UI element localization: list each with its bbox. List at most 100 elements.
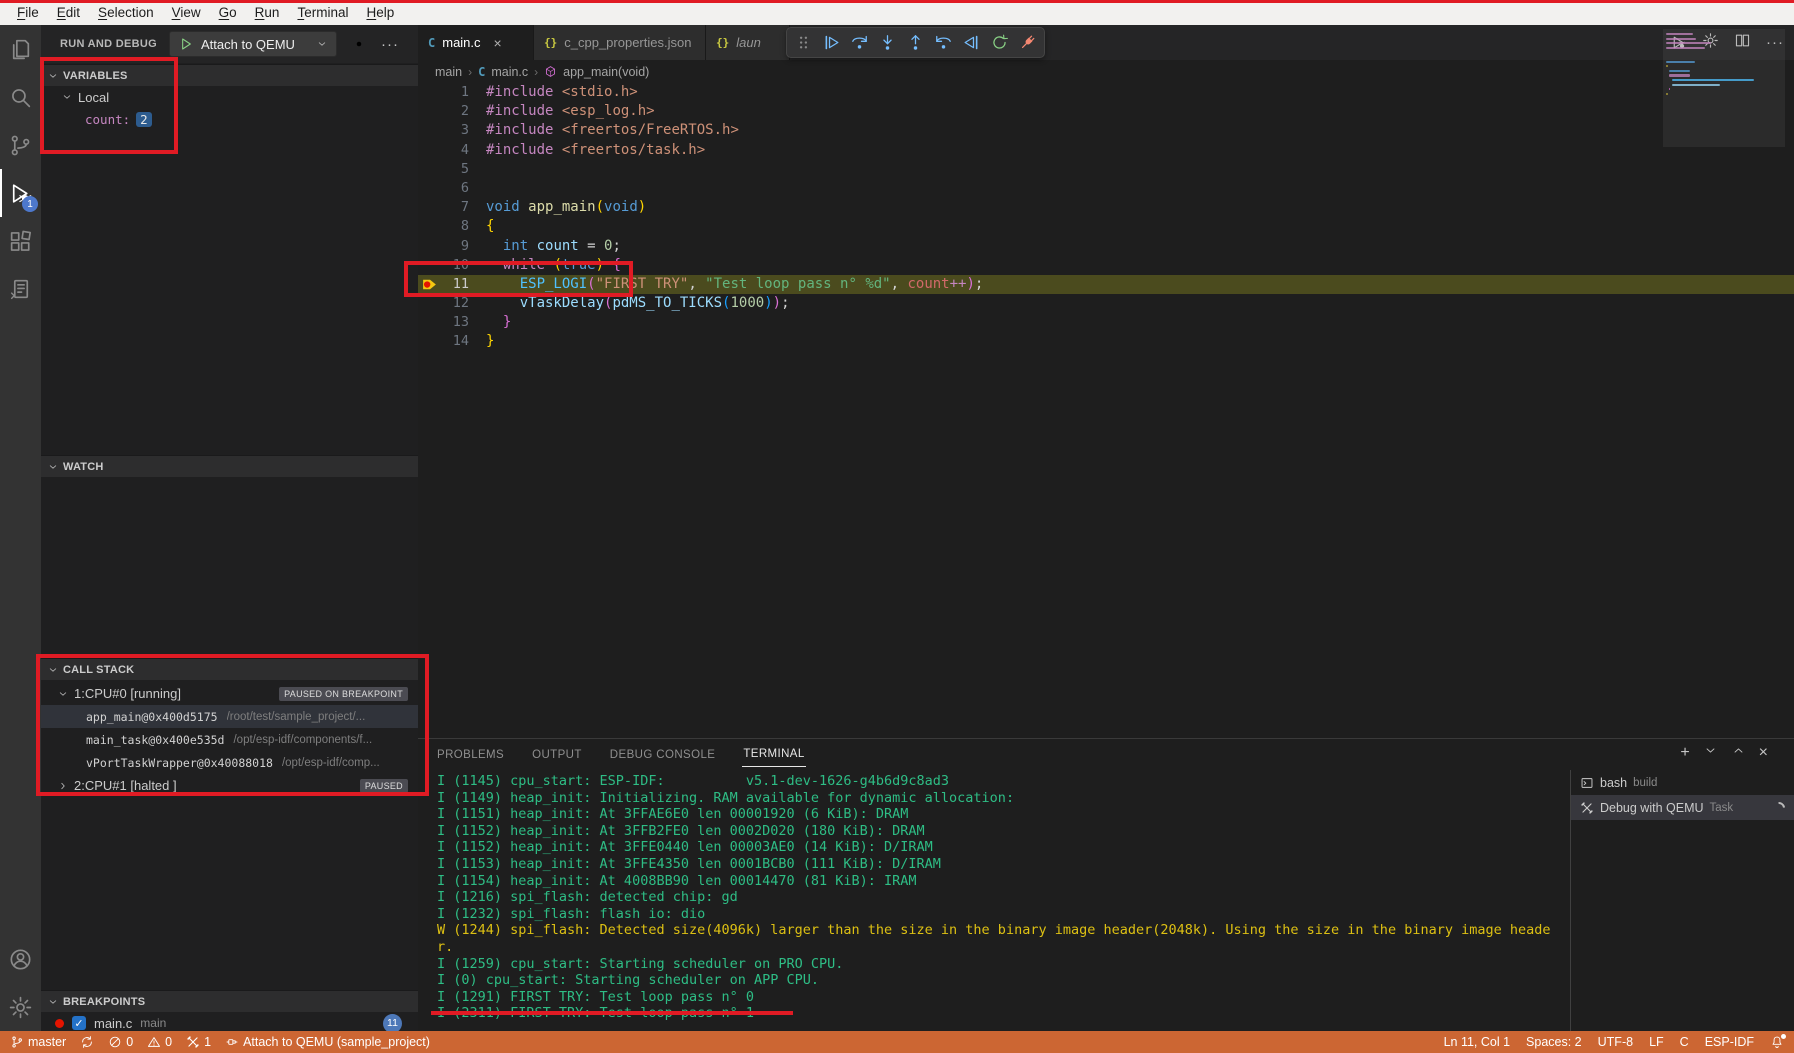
terminal-dropdown-chevron-icon[interactable] — [1703, 743, 1718, 763]
gutter[interactable]: 8 — [418, 217, 486, 236]
code-line-3[interactable]: 3#include <freertos/FreeRTOS.h> — [418, 121, 1794, 140]
variables-scope-local[interactable]: Local — [41, 86, 418, 108]
code-line-2[interactable]: 2#include <esp_log.h> — [418, 102, 1794, 121]
gutter[interactable]: 10 — [418, 256, 486, 275]
variable-count-row[interactable]: count: 2 — [41, 108, 418, 130]
continue-button[interactable] — [819, 30, 844, 55]
breakpoint-checkbox[interactable]: ✓ — [72, 1016, 86, 1030]
debug-settings-gear-icon[interactable] — [351, 36, 367, 52]
code-line-9[interactable]: 9 int count = 0; — [418, 237, 1794, 256]
menu-view[interactable]: View — [163, 5, 210, 20]
status-item[interactable]: master — [10, 1035, 66, 1049]
code-line-8[interactable]: 8{ — [418, 217, 1794, 236]
gutter[interactable]: 11 — [418, 275, 486, 294]
breakpoints-section-header[interactable]: BREAKPOINTS — [41, 990, 418, 1012]
stack-frame[interactable]: vPortTaskWrapper@0x40088018/opt/esp-idf/… — [41, 751, 418, 774]
menu-edit[interactable]: Edit — [48, 5, 89, 20]
code-line-7[interactable]: 7void app_main(void) — [418, 198, 1794, 217]
status-item[interactable]: 0 — [147, 1035, 172, 1049]
chevron-down-icon[interactable] — [316, 38, 328, 50]
gutter[interactable]: 1 — [418, 83, 486, 102]
variables-section-header[interactable]: VARIABLES — [41, 64, 418, 86]
menu-run[interactable]: Run — [246, 5, 289, 20]
gutter[interactable]: 12 — [418, 294, 486, 313]
gutter[interactable]: 4 — [418, 141, 486, 160]
gutter[interactable]: 6 — [418, 179, 486, 198]
terminal-output[interactable]: I (1145) cpu_start: ESP-IDF: v5.1-dev-16… — [437, 773, 1562, 1027]
panel-tab-output[interactable]: OUTPUT — [531, 743, 583, 767]
tab-laun[interactable]: {}laun — [706, 25, 790, 60]
code-line-11[interactable]: 11 ESP_LOGI("FIRST TRY", "Test loop pass… — [418, 275, 1794, 294]
status-item[interactable]: Spaces: 2 — [1526, 1035, 1582, 1049]
menu-terminal[interactable]: Terminal — [288, 5, 357, 20]
activity-item-accounts-icon[interactable] — [0, 935, 41, 983]
tab-main.c[interactable]: Cmain.c× — [418, 25, 534, 60]
activity-item-run-and-debug-icon[interactable]: 1 — [0, 169, 41, 217]
status-item[interactable]: C — [1680, 1035, 1689, 1049]
code-editor[interactable]: 1#include <stdio.h>2#include <esp_log.h>… — [418, 83, 1794, 738]
breakpoint-row[interactable]: ✓ main.c main 11 — [41, 1012, 418, 1031]
restart-button[interactable] — [987, 30, 1012, 55]
step-over-button[interactable] — [847, 30, 872, 55]
close-icon[interactable]: × — [494, 35, 502, 51]
minimap[interactable] — [1663, 29, 1785, 179]
activity-item-source-control-icon[interactable] — [0, 121, 41, 169]
launch-config-dropdown[interactable]: Attach to QEMU — [169, 31, 337, 57]
step-into-button[interactable] — [875, 30, 900, 55]
code-line-4[interactable]: 4#include <freertos/task.h> — [418, 141, 1794, 160]
disconnect-button[interactable] — [1015, 30, 1040, 55]
breadcrumb-item[interactable]: main — [435, 65, 462, 79]
drag-grip-button[interactable] — [791, 30, 816, 55]
gutter[interactable]: 7 — [418, 198, 486, 217]
status-item[interactable]: ESP-IDF — [1705, 1035, 1754, 1049]
status-item[interactable]: LF — [1649, 1035, 1664, 1049]
status-item[interactable]: Ln 11, Col 1 — [1444, 1035, 1510, 1049]
code-line-14[interactable]: 14} — [418, 332, 1794, 351]
stack-frame[interactable]: app_main@0x400d5175/root/test/sample_pro… — [41, 705, 418, 728]
launch-config-value[interactable]: Attach to QEMU — [201, 37, 309, 52]
status-item[interactable]: Attach to QEMU (sample_project) — [225, 1035, 430, 1049]
code-line-1[interactable]: 1#include <stdio.h> — [418, 83, 1794, 102]
gutter[interactable]: 2 — [418, 102, 486, 121]
gutter[interactable]: 14 — [418, 332, 486, 351]
code-line-6[interactable]: 6 — [418, 179, 1794, 198]
panel-tab-problems[interactable]: PROBLEMS — [436, 743, 505, 767]
watch-section-header[interactable]: WATCH — [41, 455, 418, 477]
breadcrumb-item[interactable]: main.c — [491, 65, 528, 79]
gutter[interactable]: 3 — [418, 121, 486, 140]
close-panel-icon[interactable]: × — [1759, 744, 1768, 762]
tab-c_cpp_properties.json[interactable]: {}c_cpp_properties.json — [534, 25, 706, 60]
menu-selection[interactable]: Selection — [89, 5, 163, 20]
code-line-5[interactable]: 5 — [418, 160, 1794, 179]
step-out-button[interactable] — [903, 30, 928, 55]
activity-item-explorer-icon[interactable] — [0, 25, 41, 73]
status-item[interactable]: 0 — [108, 1035, 133, 1049]
new-terminal-plus-icon[interactable]: + — [1680, 744, 1689, 762]
menu-help[interactable]: Help — [357, 5, 403, 20]
terminal-list-item[interactable]: bashbuild — [1571, 770, 1794, 795]
terminal-list-item[interactable]: Debug with QEMUTask — [1571, 795, 1794, 820]
status-item[interactable] — [80, 1035, 94, 1049]
maximize-panel-icon[interactable] — [1731, 743, 1746, 763]
panel-tab-terminal[interactable]: TERMINAL — [742, 742, 805, 767]
code-line-12[interactable]: 12 vTaskDelay(pdMS_TO_TICKS(1000)); — [418, 294, 1794, 313]
notifications-bell-icon[interactable] — [1770, 1035, 1784, 1049]
step-back-button[interactable] — [931, 30, 956, 55]
call-stack-thread[interactable]: 1:CPU#0 [running]PAUSED ON BREAKPOINT — [41, 682, 418, 705]
activity-item-esp-idf-explorer-icon[interactable] — [0, 265, 41, 313]
gutter[interactable]: 13 — [418, 313, 486, 332]
menu-go[interactable]: Go — [210, 5, 246, 20]
breadcrumb-item[interactable]: app_main(void) — [563, 65, 649, 79]
call-stack-thread[interactable]: 2:CPU#1 [halted ]PAUSED — [41, 774, 418, 797]
activity-item-search-icon[interactable] — [0, 73, 41, 121]
menu-file[interactable]: File — [8, 5, 48, 20]
views-more-actions-icon[interactable]: ··· — [381, 36, 399, 53]
reverse-continue-button[interactable] — [959, 30, 984, 55]
stack-frame[interactable]: main_task@0x400e535d/opt/esp-idf/compone… — [41, 728, 418, 751]
code-line-13[interactable]: 13 } — [418, 313, 1794, 332]
gutter[interactable]: 5 — [418, 160, 486, 179]
activity-item-manage-gear-icon[interactable] — [0, 983, 41, 1031]
start-debug-icon[interactable] — [178, 36, 194, 52]
panel-tab-debug-console[interactable]: DEBUG CONSOLE — [609, 743, 717, 767]
activity-item-extensions-icon[interactable] — [0, 217, 41, 265]
